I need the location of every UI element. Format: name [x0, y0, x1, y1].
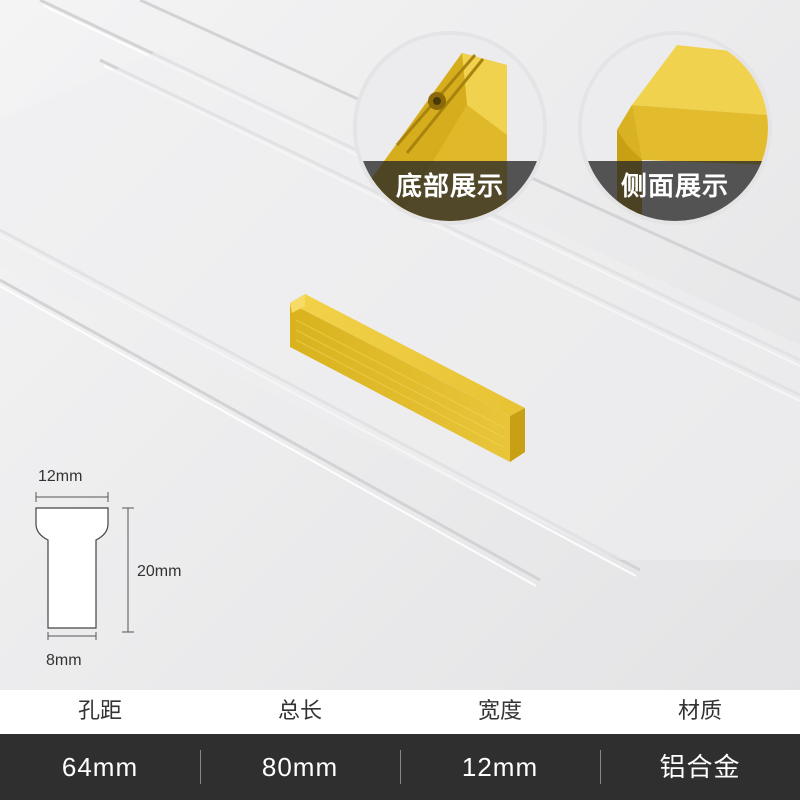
spec-header-total-length: 总长 — [277, 699, 322, 724]
bottom-view-callout: 底部展示 — [357, 35, 543, 221]
height-label: 20mm — [137, 563, 182, 580]
side-view-callout: 侧面展示 — [582, 35, 768, 221]
spec-value-width: 12mm — [400, 734, 600, 800]
top-width-label: 12mm — [38, 468, 83, 485]
side-view-label: 侧面展示 — [582, 161, 768, 221]
spec-table-values: 64mm 80mm 12mm 铝合金 — [0, 734, 800, 800]
spec-value-material: 铝合金 — [600, 734, 800, 800]
bottom-view-label: 底部展示 — [357, 161, 543, 221]
spec-header-material: 材质 — [677, 699, 722, 724]
spec-header-width: 宽度 — [477, 699, 522, 724]
bottom-width-label: 8mm — [46, 652, 82, 669]
spec-value-hole-spacing: 64mm — [61, 752, 139, 782]
spec-value-total-length: 80mm — [200, 734, 400, 800]
spec-table-header: 孔距 总长 宽度 材质 — [0, 690, 800, 734]
spec-header-hole-spacing: 孔距 — [77, 699, 122, 724]
